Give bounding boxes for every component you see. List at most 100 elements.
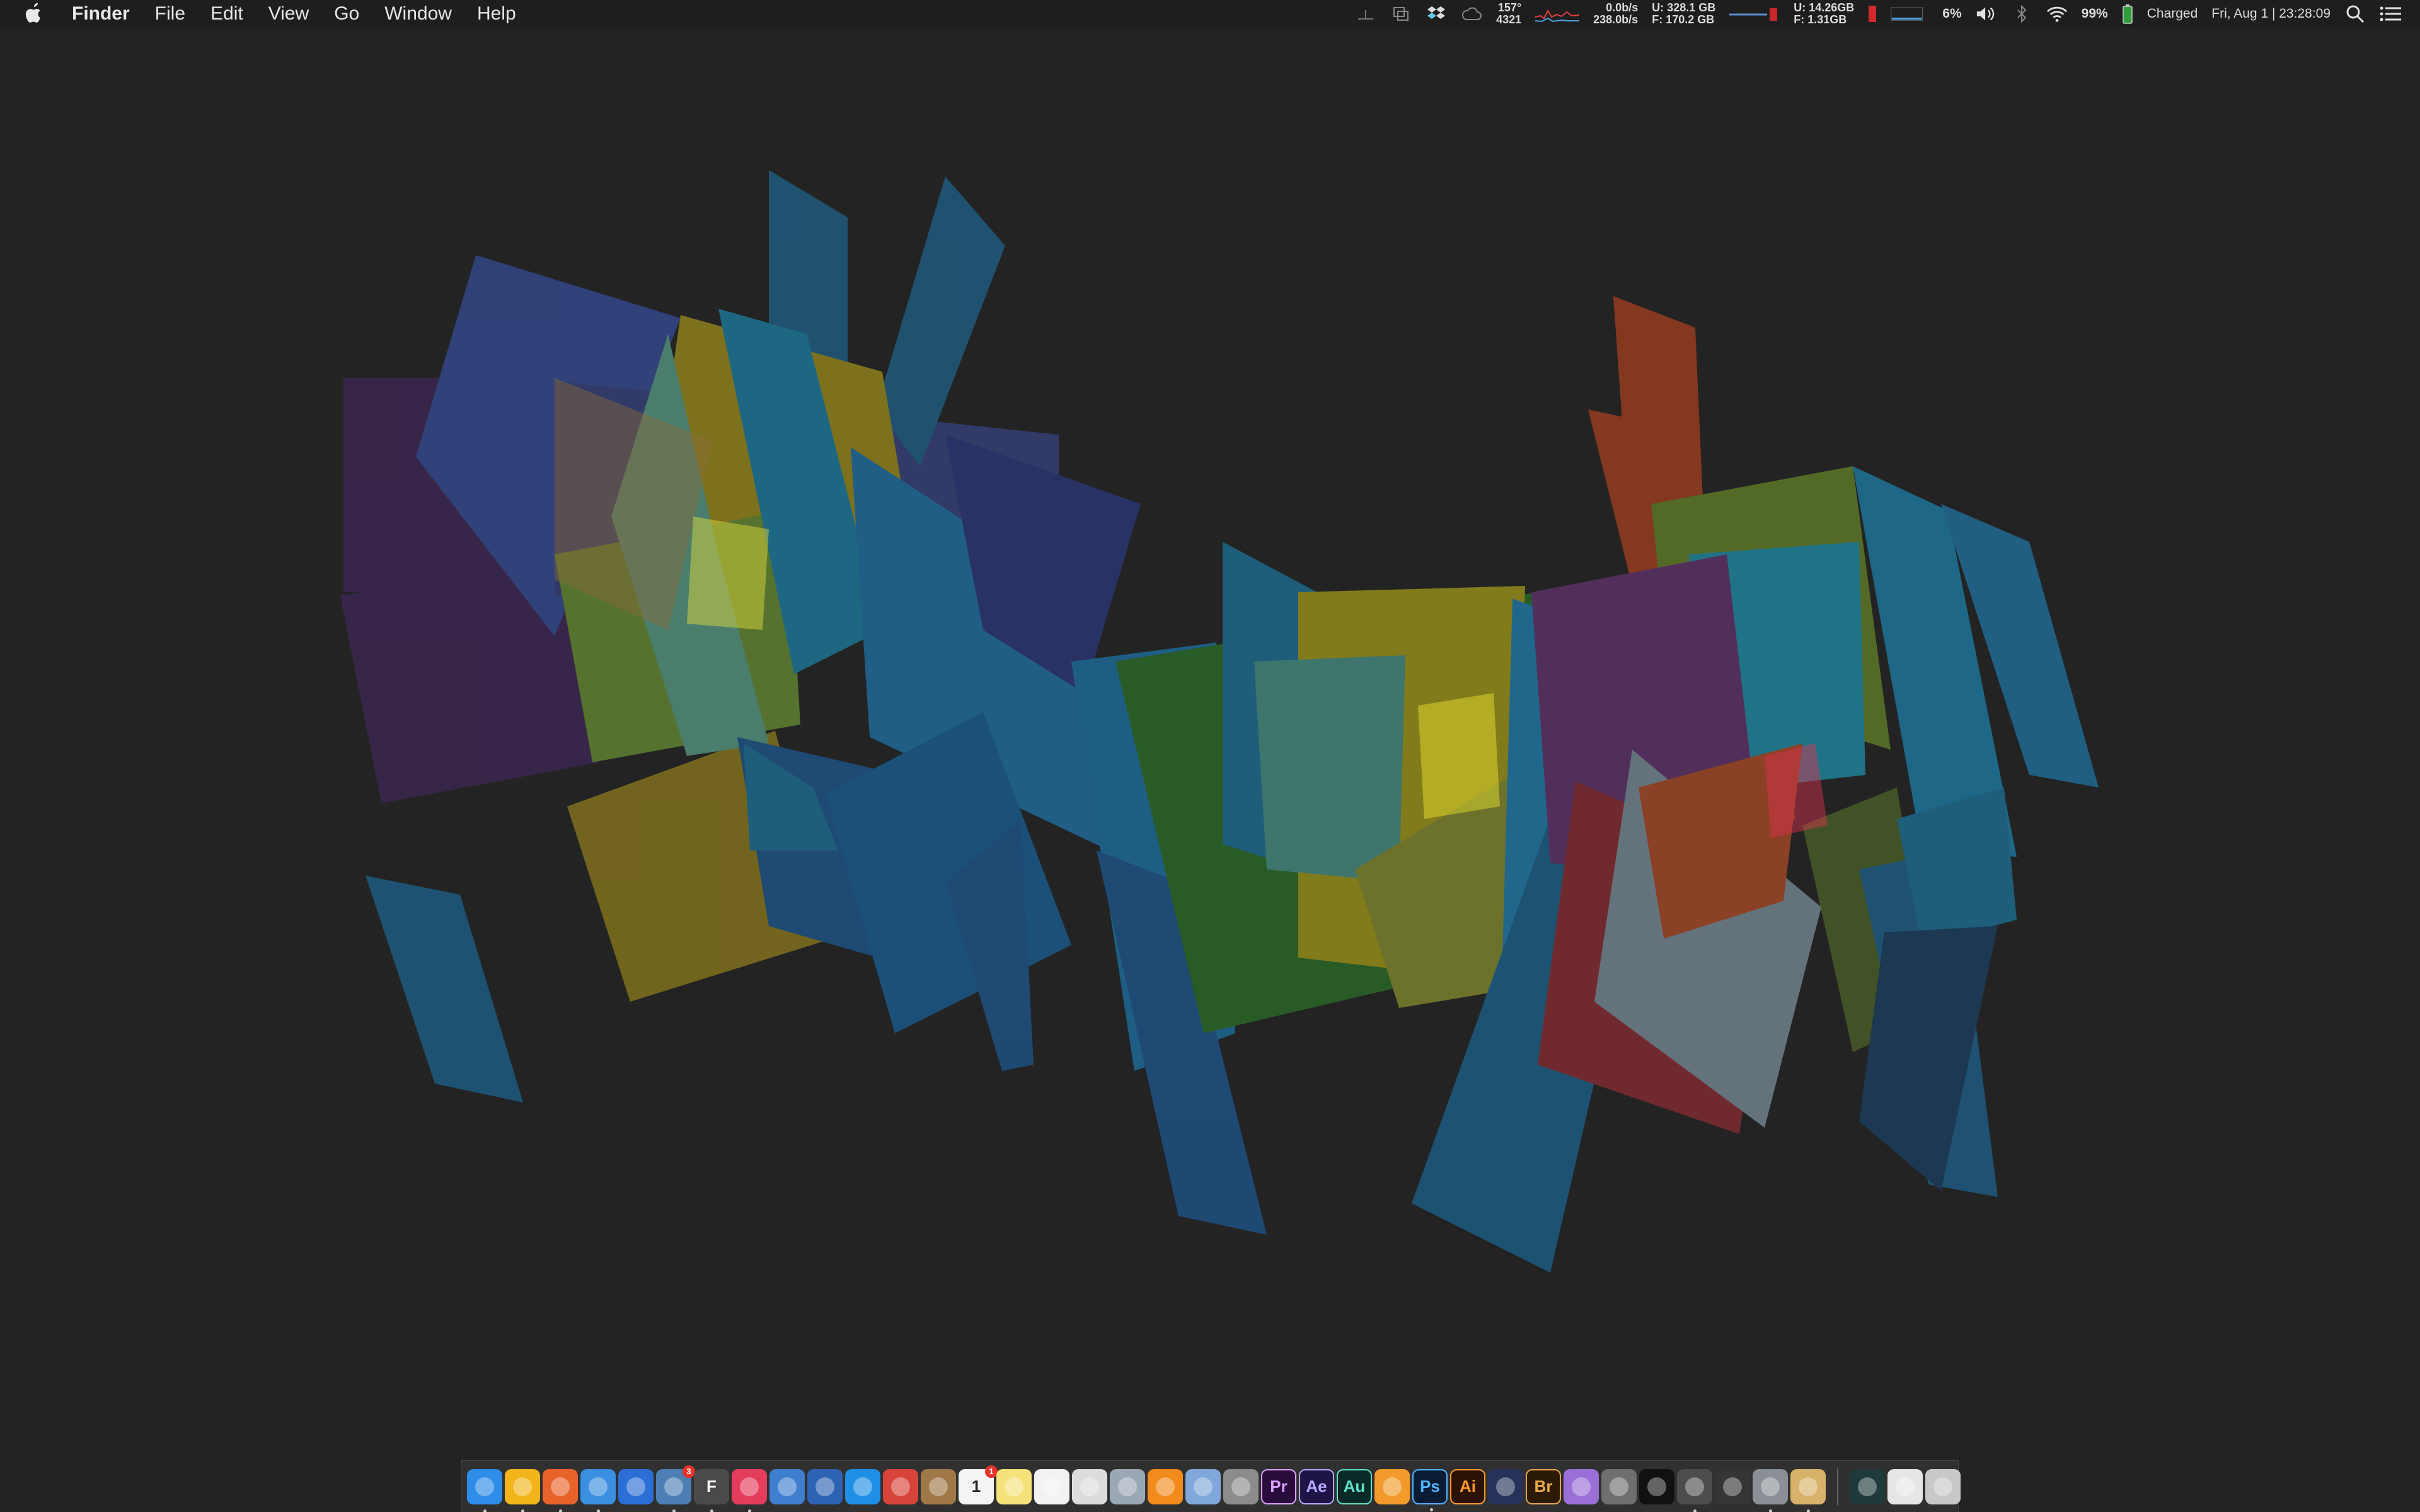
- dock-preview-icon[interactable]: 3: [656, 1465, 695, 1512]
- dock-finder-icon[interactable]: [467, 1469, 502, 1512]
- dock-disk-icon[interactable]: [1677, 1469, 1712, 1512]
- dock-activity-monitor-icon[interactable]: [1850, 1469, 1885, 1504]
- scale-icon[interactable]: [1355, 3, 1376, 25]
- dock-screens-icon[interactable]: [807, 1469, 843, 1504]
- menu-bar-clock[interactable]: Fri, Aug 1 | 23:28:09: [2211, 6, 2331, 21]
- console-icon: [1723, 1477, 1742, 1496]
- dock-photo-icon[interactable]: [1072, 1469, 1107, 1504]
- dock-photoshop-icon[interactable]: Ps: [1412, 1469, 1448, 1511]
- dock-search-doc-icon[interactable]: [1790, 1469, 1826, 1512]
- menu-go[interactable]: Go: [321, 0, 372, 28]
- volume-icon[interactable]: [1976, 3, 1997, 25]
- network-readout[interactable]: 0.0b/s 238.0b/s: [1593, 2, 1638, 26]
- password-icon: [1572, 1477, 1591, 1496]
- dock-illustrator-icon[interactable]: Ai: [1450, 1469, 1485, 1504]
- reminders-icon: [1042, 1477, 1061, 1496]
- archive-icon: [1194, 1477, 1213, 1496]
- dock-presentation-icon[interactable]: [883, 1469, 918, 1504]
- dock-item-label: 1: [971, 1477, 981, 1496]
- finder-icon: [475, 1477, 494, 1496]
- notebook-icon: [929, 1477, 948, 1496]
- menu-edit[interactable]: Edit: [198, 0, 256, 28]
- dock-teamviewer-icon[interactable]: [845, 1469, 880, 1504]
- dock-premiere-icon[interactable]: Pr: [1261, 1469, 1296, 1504]
- dock-tools-icon[interactable]: [1601, 1469, 1637, 1504]
- dock-safari-icon[interactable]: [580, 1469, 616, 1512]
- running-indicator: [710, 1509, 713, 1512]
- battery-percent[interactable]: 99%: [2082, 6, 2108, 21]
- dock-chrome-icon[interactable]: [505, 1469, 540, 1512]
- dock-document-icon[interactable]: [1887, 1469, 1923, 1504]
- menu-bar: Finder File Edit View Go Window Help 157…: [0, 0, 2420, 28]
- fan-speed-value: 4321: [1496, 13, 1522, 26]
- window-stack-icon[interactable]: [1390, 3, 1412, 25]
- magnifier-icon: [626, 1477, 645, 1496]
- network-upload-value: 0.0b/s: [1606, 1, 1639, 14]
- dock-badge: 1: [985, 1465, 998, 1478]
- presentation-icon: [891, 1477, 910, 1496]
- cpu-graph-icon[interactable]: [1891, 4, 1928, 23]
- dock-gear-icon[interactable]: [1753, 1469, 1788, 1512]
- dock: 3 F 1 1 Pr Ae Au Ps Ai Br: [461, 1460, 1961, 1512]
- safari-icon: [589, 1477, 608, 1496]
- dock-after-effects-icon[interactable]: Ae: [1299, 1469, 1334, 1504]
- menu-window[interactable]: Window: [372, 0, 464, 28]
- temperature-readout[interactable]: 157° 4321: [1496, 2, 1521, 26]
- battery-status[interactable]: Charged: [2147, 6, 2198, 21]
- wifi-icon[interactable]: [2046, 3, 2068, 25]
- dock-bridge-icon[interactable]: Br: [1526, 1469, 1561, 1504]
- dock-music-icon[interactable]: [732, 1469, 767, 1512]
- desktop: Finder File Edit View Go Window Help 157…: [0, 0, 2420, 1512]
- dock-trash-icon[interactable]: [1925, 1469, 1961, 1504]
- bluetooth-icon[interactable]: [2011, 3, 2032, 25]
- dock-histogram-icon[interactable]: [1488, 1469, 1523, 1504]
- menu-help[interactable]: Help: [464, 0, 529, 28]
- dock-audition-icon[interactable]: Au: [1337, 1469, 1372, 1504]
- dock-magnifier-icon[interactable]: [618, 1469, 654, 1504]
- dock-reminders-icon[interactable]: [1034, 1469, 1069, 1504]
- disk-activity-graph-icon[interactable]: [1729, 4, 1780, 23]
- pixelmator-icon: [1383, 1477, 1402, 1496]
- dock-f-icon[interactable]: F: [694, 1469, 729, 1512]
- menu-view[interactable]: View: [256, 0, 321, 28]
- spotlight-search-icon[interactable]: [2344, 3, 2366, 25]
- screens-icon: [815, 1477, 834, 1496]
- running-indicator: [1693, 1509, 1697, 1512]
- dock-firefox-icon[interactable]: [543, 1469, 578, 1512]
- dock-camera-icon[interactable]: [1110, 1469, 1145, 1504]
- dock-item-label: Ps: [1420, 1477, 1440, 1496]
- dropbox-icon[interactable]: [1426, 3, 1447, 25]
- menu-file[interactable]: File: [142, 0, 198, 28]
- menu-app-finder[interactable]: Finder: [59, 0, 142, 28]
- dock-calendar-icon[interactable]: 11: [959, 1465, 998, 1504]
- dock-terminal-icon[interactable]: [1639, 1469, 1674, 1504]
- dock-book-icon[interactable]: [1148, 1469, 1183, 1504]
- activity-monitor-icon: [1858, 1477, 1877, 1496]
- dock-password-icon[interactable]: [1564, 1469, 1599, 1504]
- dock-script-icon[interactable]: [1223, 1469, 1259, 1504]
- network-download-value: 238.0b/s: [1593, 13, 1639, 26]
- running-indicator: [1430, 1508, 1433, 1511]
- dock-archive-icon[interactable]: [1185, 1469, 1221, 1504]
- running-indicator: [1807, 1509, 1810, 1512]
- cloud-icon[interactable]: [1461, 3, 1482, 25]
- apple-logo-icon[interactable]: [24, 0, 45, 28]
- dock-item-label: Br: [1534, 1477, 1553, 1496]
- wallpaper-abstract-shapes: [0, 0, 2420, 1512]
- dock-notes-icon[interactable]: [996, 1469, 1032, 1504]
- dock-notebook-icon[interactable]: [921, 1469, 956, 1504]
- dock-quicktime-icon[interactable]: [769, 1469, 805, 1504]
- battery-icon[interactable]: [2122, 3, 2133, 25]
- temperature-value: 157°: [1497, 1, 1522, 14]
- network-graph-icon[interactable]: [1535, 4, 1580, 23]
- dock-item-label: Ae: [1306, 1477, 1327, 1496]
- notification-center-icon[interactable]: [2380, 3, 2401, 25]
- disk-readout[interactable]: U: 328.1 GB F: 170.2 GB: [1652, 2, 1715, 26]
- dock-pixelmator-icon[interactable]: [1374, 1469, 1410, 1504]
- histogram-icon: [1496, 1477, 1515, 1496]
- cpu-percent[interactable]: 6%: [1942, 6, 1961, 21]
- notes-icon: [1005, 1477, 1023, 1496]
- memory-readout[interactable]: U: 14.26GB F: 1.31GB: [1794, 2, 1854, 26]
- chrome-icon: [513, 1477, 532, 1496]
- dock-console-icon[interactable]: [1715, 1469, 1750, 1504]
